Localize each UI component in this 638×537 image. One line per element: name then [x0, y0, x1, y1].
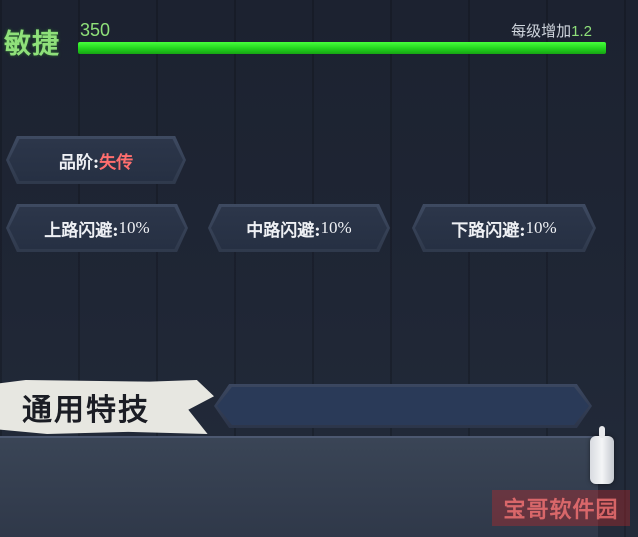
scrollbar-handle[interactable]: [590, 426, 614, 484]
dodge-plaque-lower: 下路闪避: 10%: [412, 204, 596, 252]
dodge-lower-value: 10%: [525, 218, 557, 237]
dodge-upper-value: 10%: [118, 218, 150, 237]
character-stats-screen: 敏捷 350 每级增加1.2 品阶: 失传 上路闪避: 10% 中路闪避: 10…: [0, 0, 638, 537]
stat-growth-value: 1.2: [571, 23, 592, 40]
dodge-upper-label: 上路闪避:: [44, 220, 119, 241]
dodge-lower-label: 下路闪避:: [451, 220, 526, 241]
stat-value: 350: [80, 20, 111, 40]
watermark: 宝哥软件园: [492, 490, 630, 526]
stat-growth: 每级增加1.2: [511, 20, 592, 41]
dodge-plaque-middle: 中路闪避: 10%: [208, 204, 390, 252]
stat-progress-fill: [78, 42, 606, 54]
grade-plaque: 品阶: 失传: [6, 136, 186, 184]
grade-label: 品阶:: [58, 152, 100, 173]
section-title: 通用特技: [22, 393, 150, 428]
dodge-middle-label: 中路闪避:: [246, 220, 321, 241]
dodge-plaque-upper: 上路闪避: 10%: [6, 204, 188, 252]
stat-name-agility: 敏捷: [4, 29, 60, 60]
grade-value: 失传: [99, 152, 134, 173]
section-header-bar: [214, 384, 592, 428]
dodge-middle-value: 10%: [320, 218, 352, 237]
stat-growth-label: 每级增加: [511, 23, 572, 40]
section-title-banner: 通用特技: [0, 380, 214, 434]
stat-progress-bar: [78, 42, 606, 54]
